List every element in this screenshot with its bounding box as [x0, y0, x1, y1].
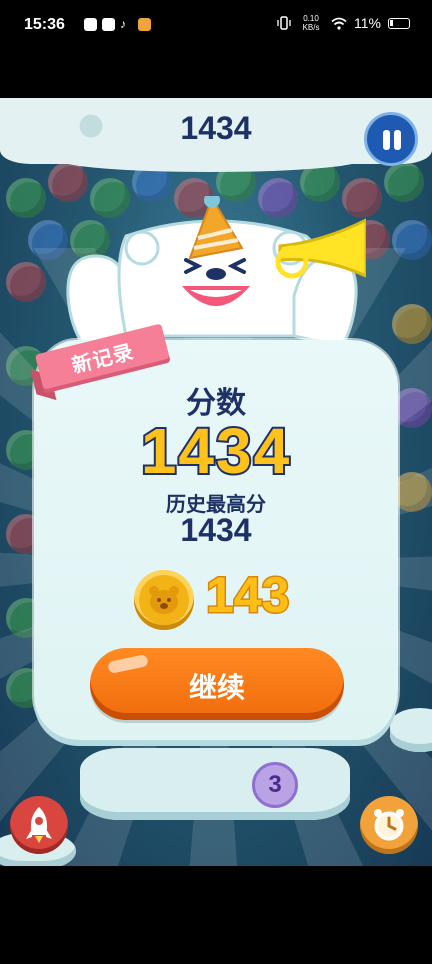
ice-floe	[80, 748, 350, 820]
battery-text: 11%	[354, 15, 381, 31]
coin-icon	[134, 570, 194, 630]
tiktok-icon: ♪	[120, 17, 126, 31]
battery-icon	[388, 17, 410, 29]
status-time: 15:36	[24, 16, 65, 33]
wifi-icon	[331, 17, 347, 30]
vibrate-icon	[277, 16, 291, 30]
continue-button[interactable]: 继续	[90, 648, 344, 720]
bubble-counter: 3	[252, 762, 298, 808]
bubble	[6, 178, 46, 218]
screen: 15:36 ♪ 0.10 KB/s 11% ● 1434 3 新记录 分数 14…	[0, 0, 432, 964]
status-right: 0.10 KB/s 11%	[277, 14, 410, 32]
net-speed: 0.10 KB/s	[302, 14, 320, 32]
status-bar: 15:36 ♪ 0.10 KB/s 11%	[0, 0, 432, 52]
coin-reward: 143	[204, 566, 290, 625]
best-score: 1434	[180, 512, 252, 548]
continue-label: 继续	[188, 671, 245, 704]
alarm-clock-icon	[374, 809, 404, 841]
final-score: 1434	[139, 413, 292, 489]
navigation-bar	[0, 866, 432, 964]
ice-floe	[390, 708, 432, 752]
bubble	[384, 162, 424, 202]
rocket-icon	[26, 807, 52, 843]
notification-icons: ♪	[84, 18, 151, 31]
rocket-booster-button[interactable]	[10, 796, 68, 854]
bear-face-icon	[149, 586, 179, 614]
app-icon	[84, 18, 97, 31]
mail-icon	[102, 18, 115, 31]
alarm-clock-button[interactable]	[360, 796, 418, 854]
weibo-icon	[138, 18, 151, 31]
pause-button[interactable]	[364, 112, 418, 166]
